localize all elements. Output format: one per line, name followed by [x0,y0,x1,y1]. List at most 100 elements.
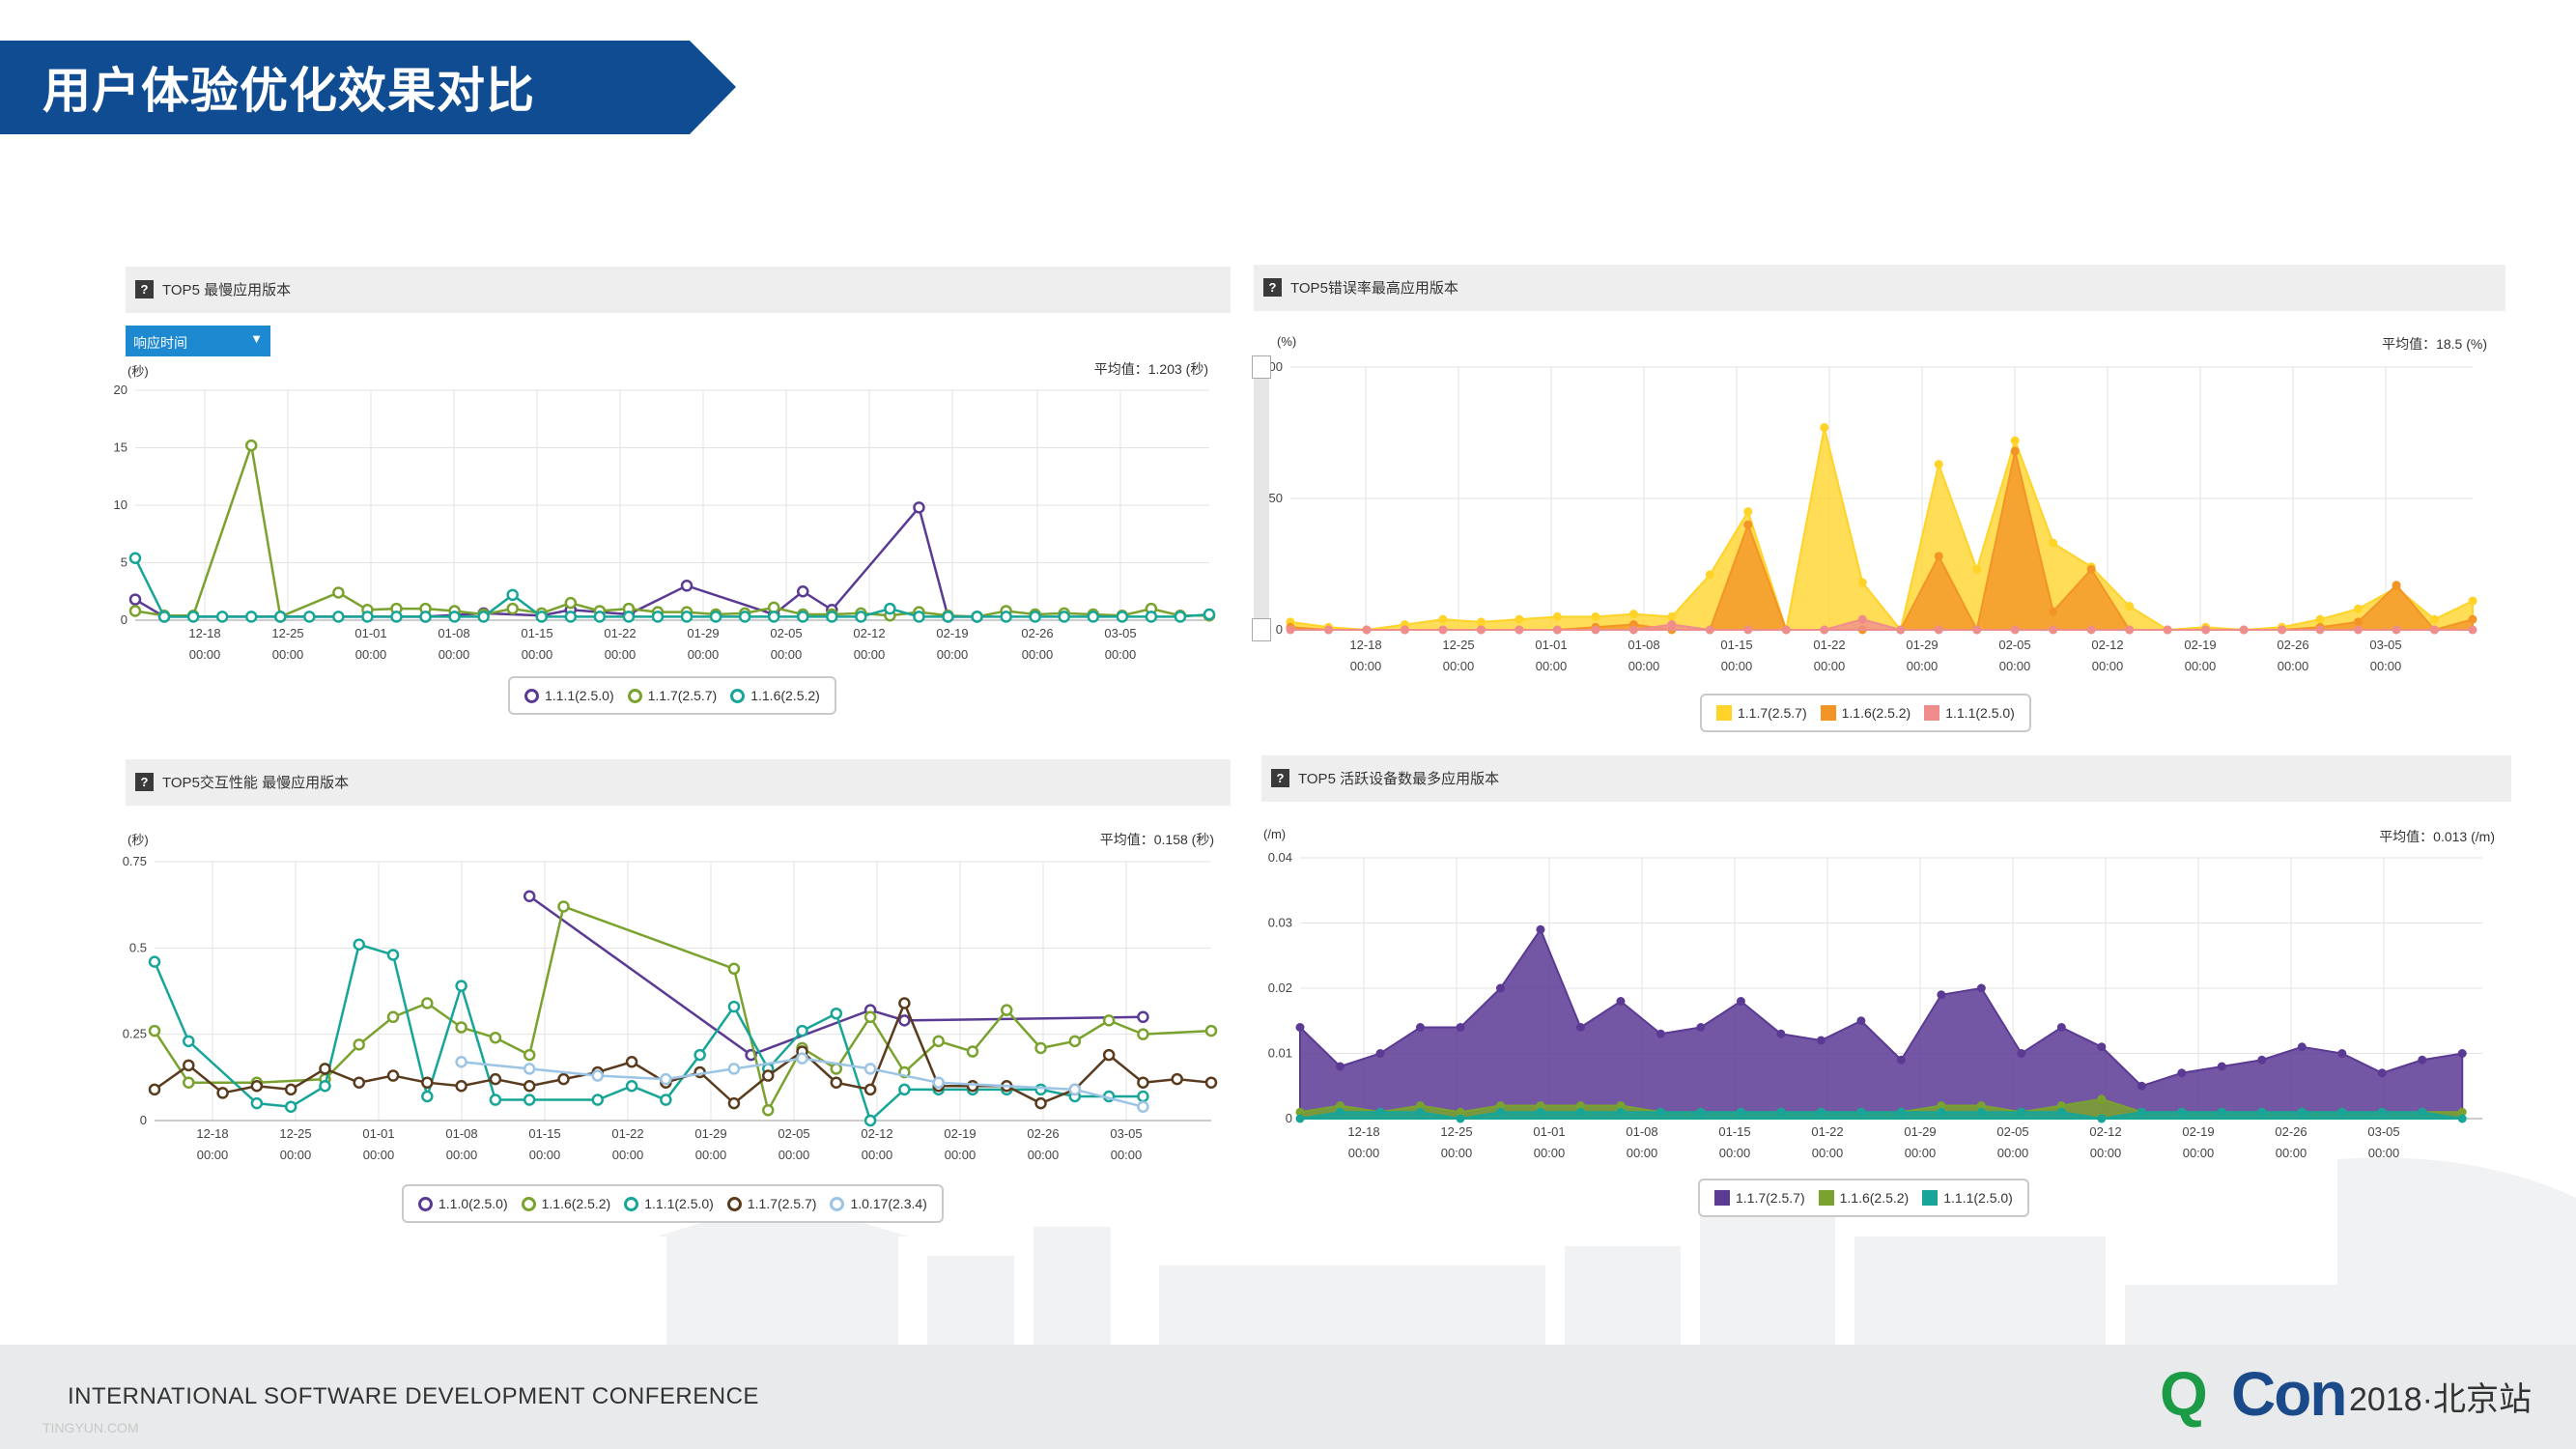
x-tick-label: 02-12 [2089,1124,2121,1139]
data-point [2418,1055,2427,1065]
data-point [2056,1107,2066,1117]
x-tick-label: 00:00 [2276,1146,2307,1160]
legend-active-devices: 1.1.7(2.5.7) 1.1.6(2.5.2) 1.1.1(2.5.0) [1698,1179,2029,1217]
data-point [1335,1062,1345,1071]
x-tick-label: 12-18 [1347,1124,1379,1139]
data-point [1456,1114,1465,1123]
data-point [1575,1107,1585,1117]
logo-q: Q [2160,1359,2208,1429]
data-point [1856,1107,1866,1117]
data-point [1976,1107,1986,1117]
data-point [1816,1036,1826,1045]
legend-marker [1714,1190,1730,1206]
data-point [2177,1068,2187,1078]
y-tick-label: 0.04 [1268,850,1292,865]
legend-item[interactable]: 1.1.7(2.5.7) [1714,1190,1805,1206]
data-point [1536,1107,1545,1117]
data-point [1736,1107,1745,1117]
data-point [1375,1049,1385,1058]
x-tick-label: 00:00 [1997,1146,2029,1160]
x-tick-label: 00:00 [2090,1146,2122,1160]
data-point [1856,1016,1866,1026]
data-point [2017,1049,2026,1058]
data-point [2257,1055,2267,1065]
data-point [2097,1114,2107,1123]
data-point [2337,1107,2347,1117]
x-tick-label: 00:00 [1534,1146,1566,1160]
legend-item[interactable]: 1.1.1(2.5.0) [1922,1190,2013,1206]
data-point [1415,1107,1425,1117]
data-point [1896,1055,1906,1065]
data-point [2297,1107,2307,1117]
data-point [1696,1107,1706,1117]
y-tick-label: 0.02 [1268,980,1292,995]
chart-active-devices: 12-18 00:00 12-25 00:00 01-01 00:00 01-08 00:00… [1268,850,2482,1160]
data-point [1656,1029,1665,1038]
x-tick-label: 01-08 [1626,1124,1657,1139]
y-tick-label: 0 [1286,1111,1292,1125]
data-point [1375,1107,1385,1117]
data-point [2137,1107,2146,1117]
data-point [1295,1114,1305,1123]
x-tick-label: 01-29 [1904,1124,1936,1139]
x-tick-label: 02-26 [2275,1124,2307,1139]
data-point [1456,1023,1465,1032]
legend-marker [1818,1190,1834,1206]
y-tick-label: 0.01 [1268,1046,1292,1061]
data-point [1295,1023,1305,1032]
data-point [1495,1107,1505,1117]
x-tick-label: 01-01 [1533,1124,1565,1139]
data-point [1335,1107,1345,1117]
x-tick-label: 12-25 [1440,1124,1472,1139]
data-point [2137,1081,2146,1091]
data-point [2297,1042,2307,1052]
legend-marker [1922,1190,1939,1206]
x-tick-label: 00:00 [2183,1146,2215,1160]
legend-item[interactable]: 1.1.6(2.5.2) [1818,1190,1910,1206]
data-point [1616,997,1626,1006]
data-point [1575,1023,1585,1032]
x-tick-label: 01-15 [1718,1124,1750,1139]
data-point [2097,1042,2107,1052]
data-point [2097,1094,2107,1104]
x-tick-label: 00:00 [1627,1146,1658,1160]
footer-watermark: TINGYUN.COM [42,1420,139,1435]
data-point [1776,1107,1786,1117]
data-point [2457,1114,2467,1123]
x-tick-label: 00:00 [1441,1146,1473,1160]
data-point [2177,1107,2187,1117]
data-point [2217,1062,2226,1071]
data-point [1616,1107,1626,1117]
data-point [1816,1107,1826,1117]
logo-con: Con [2231,1359,2347,1429]
data-point [1656,1107,1665,1117]
x-tick-label: 00:00 [1905,1146,1937,1160]
x-tick-label: 03-05 [2367,1124,2399,1139]
conference-name: INTERNATIONAL SOFTWARE DEVELOPMENT CONFE… [68,1383,759,1409]
data-point [2257,1107,2267,1117]
data-point [1976,983,1986,993]
data-point [2056,1023,2066,1032]
data-point [1415,1023,1425,1032]
data-point [1495,983,1505,993]
data-point [1937,990,1946,1000]
legend-label: 1.1.6(2.5.2) [1839,1190,1910,1206]
data-point [2017,1107,2026,1117]
legend-label: 1.1.1(2.5.0) [1943,1190,2013,1206]
logo-city: 2018·北京站 [2349,1381,2532,1418]
x-tick-label: 02-05 [1996,1124,2028,1139]
data-point [2418,1107,2427,1117]
data-point [2377,1107,2387,1117]
data-point [1536,924,1545,934]
x-tick-label: 00:00 [1348,1146,1380,1160]
data-point [1896,1107,1906,1117]
x-tick-label: 00:00 [2368,1146,2400,1160]
series-area [1299,927,2464,1120]
x-tick-label: 01-22 [1811,1124,1843,1139]
data-point [2217,1107,2226,1117]
data-point [2457,1049,2467,1058]
x-tick-label: 00:00 [1719,1146,1751,1160]
x-tick-label: 00:00 [1812,1146,1844,1160]
data-point [2337,1049,2347,1058]
data-point [1736,997,1745,1006]
